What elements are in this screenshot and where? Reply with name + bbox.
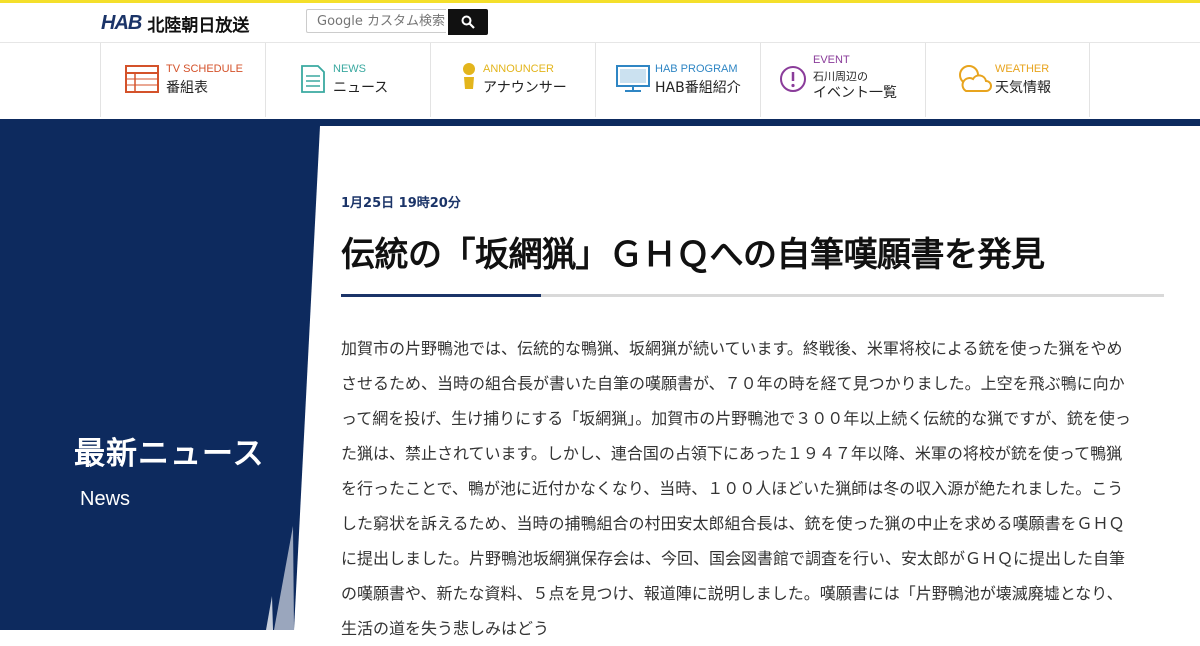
nav-label-en: ANNOUNCER (483, 63, 554, 75)
tv-schedule-icon (125, 65, 159, 93)
search-icon (461, 15, 475, 29)
search-button[interactable] (448, 9, 488, 35)
header-divider-bar (0, 119, 1200, 126)
nav-label-en: NEWS (333, 63, 366, 75)
nav-item-announcer[interactable]: ANNOUNCER アナウンサー (430, 43, 595, 117)
search-box (306, 9, 488, 35)
section-subtitle: News (80, 488, 131, 510)
nav-label-ja: ニュース (333, 80, 389, 96)
news-icon (301, 65, 325, 93)
article-title: 伝統の「坂網猟」ＧＨＱへの自筆嘆願書を発見 (341, 235, 1045, 275)
nav-label-ja: イベント一覧 (813, 85, 897, 101)
article-date: 1月25日 19時20分 (341, 196, 461, 211)
nav-label-en: WEATHER (995, 63, 1050, 75)
nav-label-ja: 番組表 (166, 80, 208, 96)
nav-item-hab-program[interactable]: HAB PROGRAM HAB番組紹介 (595, 43, 760, 117)
announcer-icon (463, 63, 475, 89)
article-body: 加賀市の片野鴨池では、伝統的な鴨猟、坂網猟が続いています。終戦後、米軍将校による… (341, 331, 1131, 646)
article-paragraph: 加賀市の片野鴨池では、伝統的な鴨猟、坂網猟が続いています。終戦後、米軍将校による… (341, 339, 1131, 638)
nav-label-en: EVENT (813, 54, 850, 66)
nav-label-en: HAB PROGRAM (655, 63, 738, 75)
logo-text: 北陸朝日放送 (147, 15, 250, 36)
site-logo[interactable]: HAB 北陸朝日放送 (101, 11, 250, 36)
nav-item-tv-schedule[interactable]: TV SCHEDULE 番組表 (100, 43, 265, 117)
nav-label-en: TV SCHEDULE (166, 63, 244, 75)
search-input[interactable] (306, 9, 446, 33)
nav-label-ja: 天気情報 (995, 80, 1051, 96)
weather-icon (959, 65, 992, 92)
title-rule-accent (341, 294, 541, 297)
section-title: 最新ニュース (74, 436, 265, 472)
nav-label-ja: HAB番組紹介 (655, 80, 741, 96)
monitor-icon (616, 65, 650, 92)
logo-mark: HAB (101, 11, 142, 34)
section-panel-background (0, 126, 320, 630)
nav-label-ja: アナウンサー (483, 80, 567, 96)
nav-item-event[interactable]: EVENT 石川周辺の イベント一覧 (760, 43, 925, 117)
nav-item-news[interactable]: NEWS ニュース (265, 43, 430, 117)
site-header: HAB 北陸朝日放送 (0, 3, 1200, 41)
global-nav: TV SCHEDULE 番組表 NEWS ニュース ANNOUNCER アナウン… (0, 42, 1200, 120)
section-panel: 最新ニュース News (0, 126, 320, 630)
event-icon (780, 66, 806, 92)
nav-item-weather[interactable]: WEATHER 天気情報 (925, 43, 1090, 117)
